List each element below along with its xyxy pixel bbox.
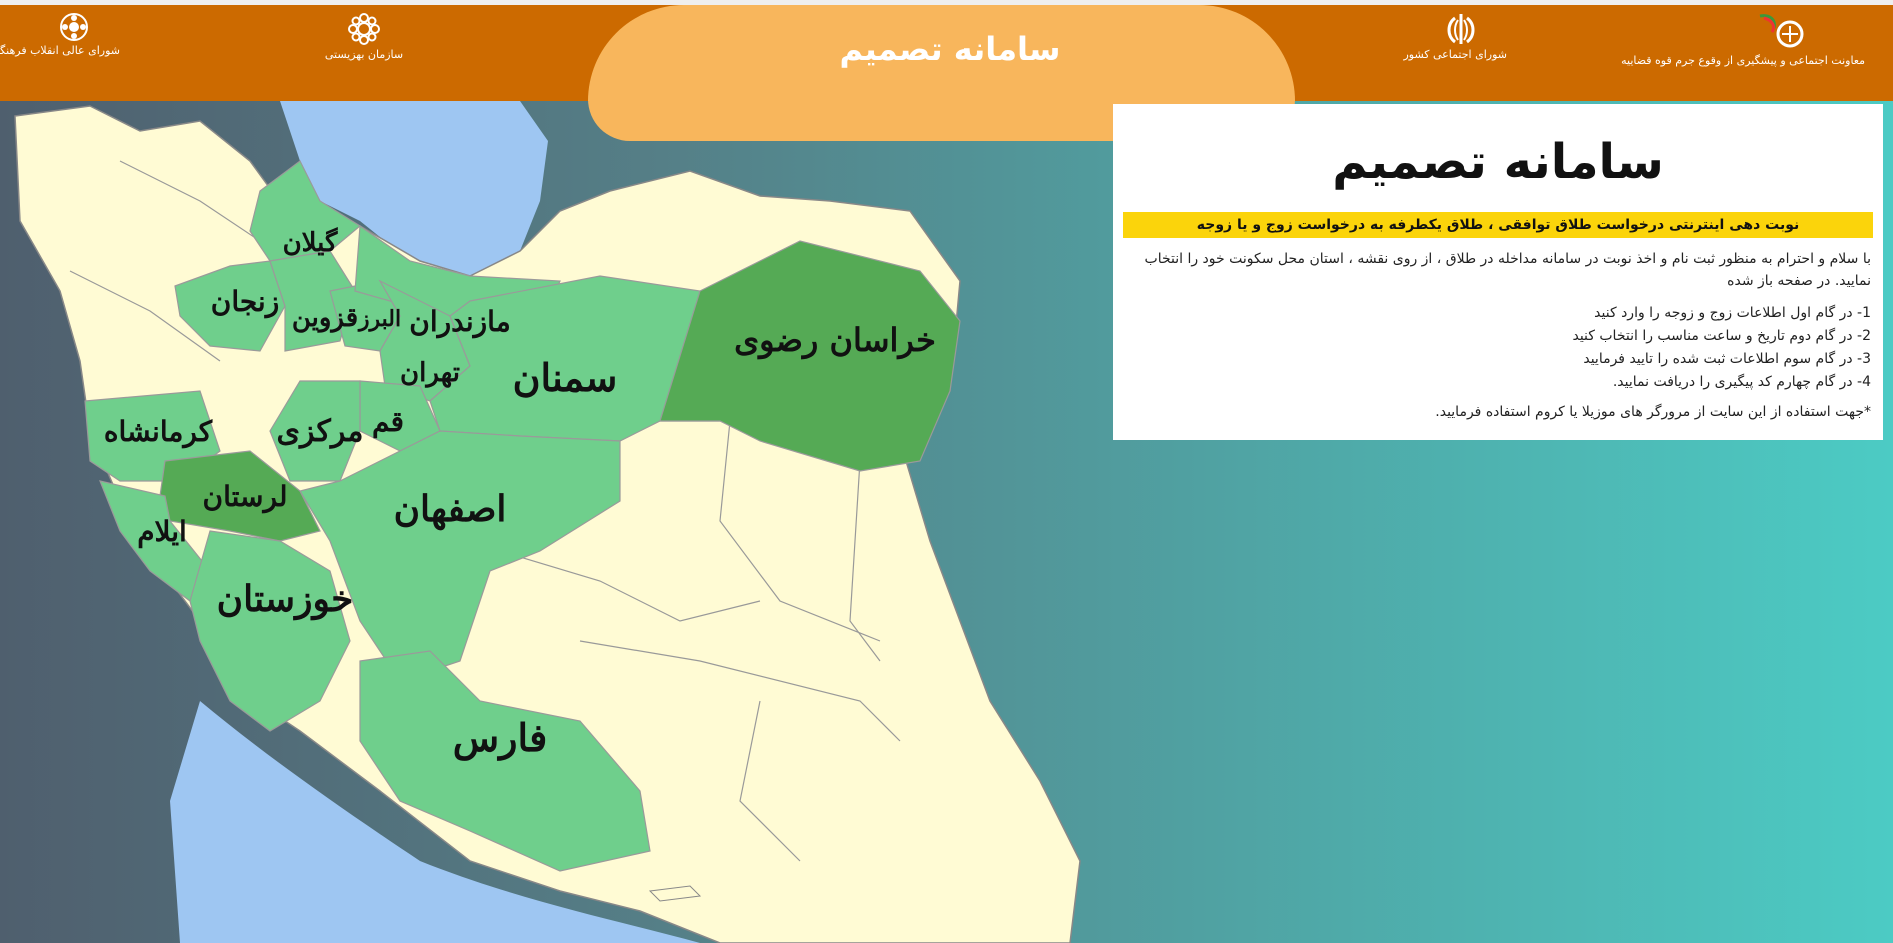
province-label-markazi[interactable]: مرکزی [277,414,364,449]
step-item: 2- در گام دوم تاریخ و ساعت مناسب را انتخ… [1572,328,1871,344]
province-label-alborz[interactable]: البرز [357,306,401,332]
province-label-qazvin[interactable]: قزوین [292,303,358,333]
province-label-tehran[interactable]: تهران [400,358,460,388]
province-label-khuzestan[interactable]: خوزستان [217,578,354,621]
logo-caption: معاونت اجتماعی و پیشگیری از وقوع جرم قوه… [1621,54,1865,67]
province-label-fars[interactable]: فارس [453,715,547,761]
info-panel: سامانه تصمیم نوبت دهی اینترنتی درخواست ط… [1113,104,1883,440]
province-label-kermanshah[interactable]: کرمانشاه [104,415,213,449]
province-label-khorasan-razavi[interactable]: خراسان رضوی [734,321,936,360]
logo-caption: شورای عالی انقلاب فرهنگی [0,44,120,57]
steps-list: 1- در گام اول اطلاعات زوج و زوجه را وارد… [1125,302,1871,394]
logo-caption: سازمان بهزیستی [324,48,404,61]
logo-welfare-organization[interactable]: سازمان بهزیستی [318,12,410,61]
panel-intro: با سلام و احترام به منظور ثبت نام و اخذ … [1144,251,1871,289]
iran-emblem-icon [1447,14,1475,44]
province-label-gilan[interactable]: گیلان [283,227,338,258]
judiciary-emblem-icon [1759,14,1804,48]
province-label-semnan[interactable]: سمنان [513,355,618,400]
logo-cultural-council[interactable]: شورای عالی انقلاب فرهنگی [0,12,120,57]
step-item: 4- در گام چهارم کد پیگیری را دریافت نمای… [1612,374,1871,390]
province-label-isfahan[interactable]: اصفهان [394,488,507,531]
logo-judiciary[interactable]: معاونت اجتماعی و پیشگیری از وقوع جرم قوه… [1621,12,1865,67]
province-label-lorestan[interactable]: لرستان [203,480,288,514]
header-title: سامانه تصمیم [839,30,1061,68]
step-item: 1- در گام اول اطلاعات زوج و زوجه را وارد… [1594,305,1871,321]
browser-note: *جهت استفاده از این سایت از مرورگر های م… [1435,404,1871,420]
logo-caption: شورای اجتماعی کشور [1403,48,1507,61]
header-tab-corner-left [588,5,703,101]
province-label-qom[interactable]: قم [372,405,404,439]
province-label-zanjan[interactable]: زنجان [211,285,279,319]
step-item: 3- در گام سوم اطلاعات ثبت شده را تایید ف… [1583,351,1871,367]
panel-title: سامانه تصمیم [1332,134,1664,190]
province-label-ilam[interactable]: ایلام [137,515,187,549]
header-tab-corner-right [1180,5,1295,101]
emblem-flower-icon [60,13,88,41]
logo-social-council[interactable]: شورای اجتماعی کشور [1403,12,1507,61]
panel-banner: نوبت دهی اینترنتی درخواست طلاق توافقی ، … [1123,212,1873,238]
iran-province-map: گیلان زنجان قزوین البرز مازندران تهران ق… [0,101,1090,943]
province-label-mazandaran[interactable]: مازندران [409,305,510,339]
emblem-flower-icon [348,13,380,45]
